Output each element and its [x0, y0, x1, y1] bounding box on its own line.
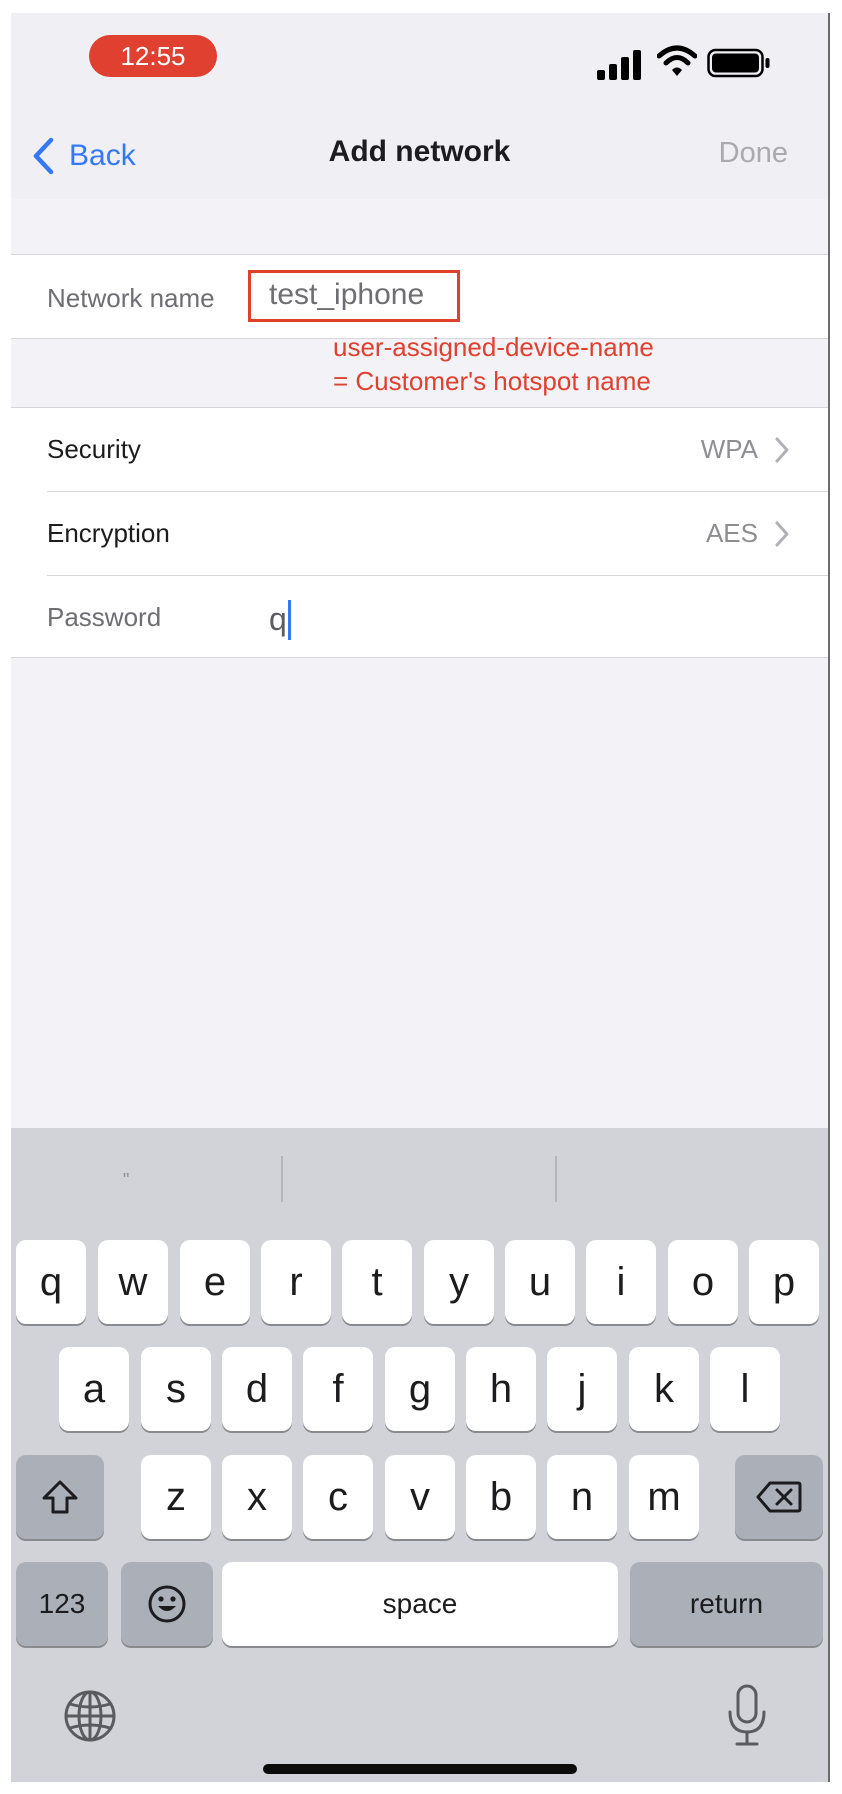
security-label: Security: [47, 434, 141, 464]
shift-key[interactable]: [16, 1455, 104, 1539]
network-name-label: Network name: [47, 283, 215, 313]
numbers-key[interactable]: 123: [16, 1562, 108, 1646]
key-v[interactable]: v: [385, 1455, 455, 1539]
key-l[interactable]: l: [710, 1347, 780, 1431]
key-p[interactable]: p: [749, 1240, 819, 1324]
key-t[interactable]: t: [342, 1240, 412, 1324]
microphone-icon[interactable]: [725, 1684, 769, 1748]
key-z[interactable]: z: [141, 1455, 211, 1539]
encryption-label: Encryption: [47, 518, 170, 548]
password-input[interactable]: q: [269, 601, 287, 638]
key-g[interactable]: g: [385, 1347, 455, 1431]
key-o[interactable]: o: [668, 1240, 738, 1324]
key-n[interactable]: n: [547, 1455, 617, 1539]
key-f[interactable]: f: [303, 1347, 373, 1431]
key-s[interactable]: s: [141, 1347, 211, 1431]
battery-icon: [707, 48, 770, 78]
divider: [11, 254, 828, 255]
key-e[interactable]: e: [180, 1240, 250, 1324]
network-name-input[interactable]: test_iphone: [269, 278, 424, 312]
chevron-right-icon: [775, 521, 789, 547]
navigation-bar: Back Add network Done: [11, 113, 828, 199]
annotation-line-1: user-assigned-device-name: [333, 332, 654, 362]
password-row[interactable]: Password: [11, 575, 828, 658]
key-a[interactable]: a: [59, 1347, 129, 1431]
security-value: WPA: [700, 434, 758, 464]
done-button[interactable]: Done: [719, 137, 788, 170]
password-label: Password: [47, 602, 162, 632]
key-d[interactable]: d: [222, 1347, 292, 1431]
annotation-line-2: = Customer's hotspot name: [333, 366, 651, 396]
key-c[interactable]: c: [303, 1455, 373, 1539]
globe-icon[interactable]: [63, 1689, 117, 1743]
divider: [555, 1156, 557, 1202]
key-y[interactable]: y: [424, 1240, 494, 1324]
screenshot-border: [828, 13, 830, 1782]
key-q[interactable]: q: [16, 1240, 86, 1324]
key-u[interactable]: u: [505, 1240, 575, 1324]
divider: [11, 657, 828, 658]
key-w[interactable]: w: [98, 1240, 168, 1324]
emoji-key[interactable]: [121, 1562, 213, 1646]
annotation-note: user-assigned-device-name = Customer's h…: [333, 330, 654, 398]
home-indicator[interactable]: [263, 1764, 577, 1774]
return-key[interactable]: return: [630, 1562, 823, 1646]
delete-backspace-icon: [756, 1481, 802, 1513]
keyboard: " q w e r t y u i o p a s d f g h j k l …: [11, 1128, 828, 1782]
key-k[interactable]: k: [629, 1347, 699, 1431]
status-time: 12:55: [89, 35, 217, 77]
wifi-icon: [657, 45, 697, 76]
chevron-right-icon: [775, 437, 789, 463]
encryption-row[interactable]: Encryption AES: [11, 491, 828, 575]
shift-arrow-icon: [42, 1480, 78, 1514]
phone-screen: 12:55 Back Add network Done Network name…: [11, 13, 828, 1782]
key-j[interactable]: j: [547, 1347, 617, 1431]
key-r[interactable]: r: [261, 1240, 331, 1324]
key-m[interactable]: m: [629, 1455, 699, 1539]
delete-key[interactable]: [735, 1455, 823, 1539]
key-x[interactable]: x: [222, 1455, 292, 1539]
page-title: Add network: [328, 135, 511, 168]
text-cursor: [288, 600, 291, 640]
key-b[interactable]: b: [466, 1455, 536, 1539]
key-i[interactable]: i: [586, 1240, 656, 1324]
cellular-signal-icon: [597, 50, 641, 80]
suggestion-bar: ": [11, 1128, 828, 1228]
security-row[interactable]: Security WPA: [11, 407, 828, 491]
emoji-face-icon: [148, 1585, 186, 1623]
divider: [281, 1156, 283, 1202]
suggestion-item[interactable]: ": [123, 1170, 129, 1191]
security-group: Security WPA Encryption AES Password: [11, 407, 828, 658]
encryption-value: AES: [705, 518, 758, 548]
space-key[interactable]: space: [222, 1562, 618, 1646]
status-bar: 12:55: [11, 13, 828, 113]
key-h[interactable]: h: [466, 1347, 536, 1431]
